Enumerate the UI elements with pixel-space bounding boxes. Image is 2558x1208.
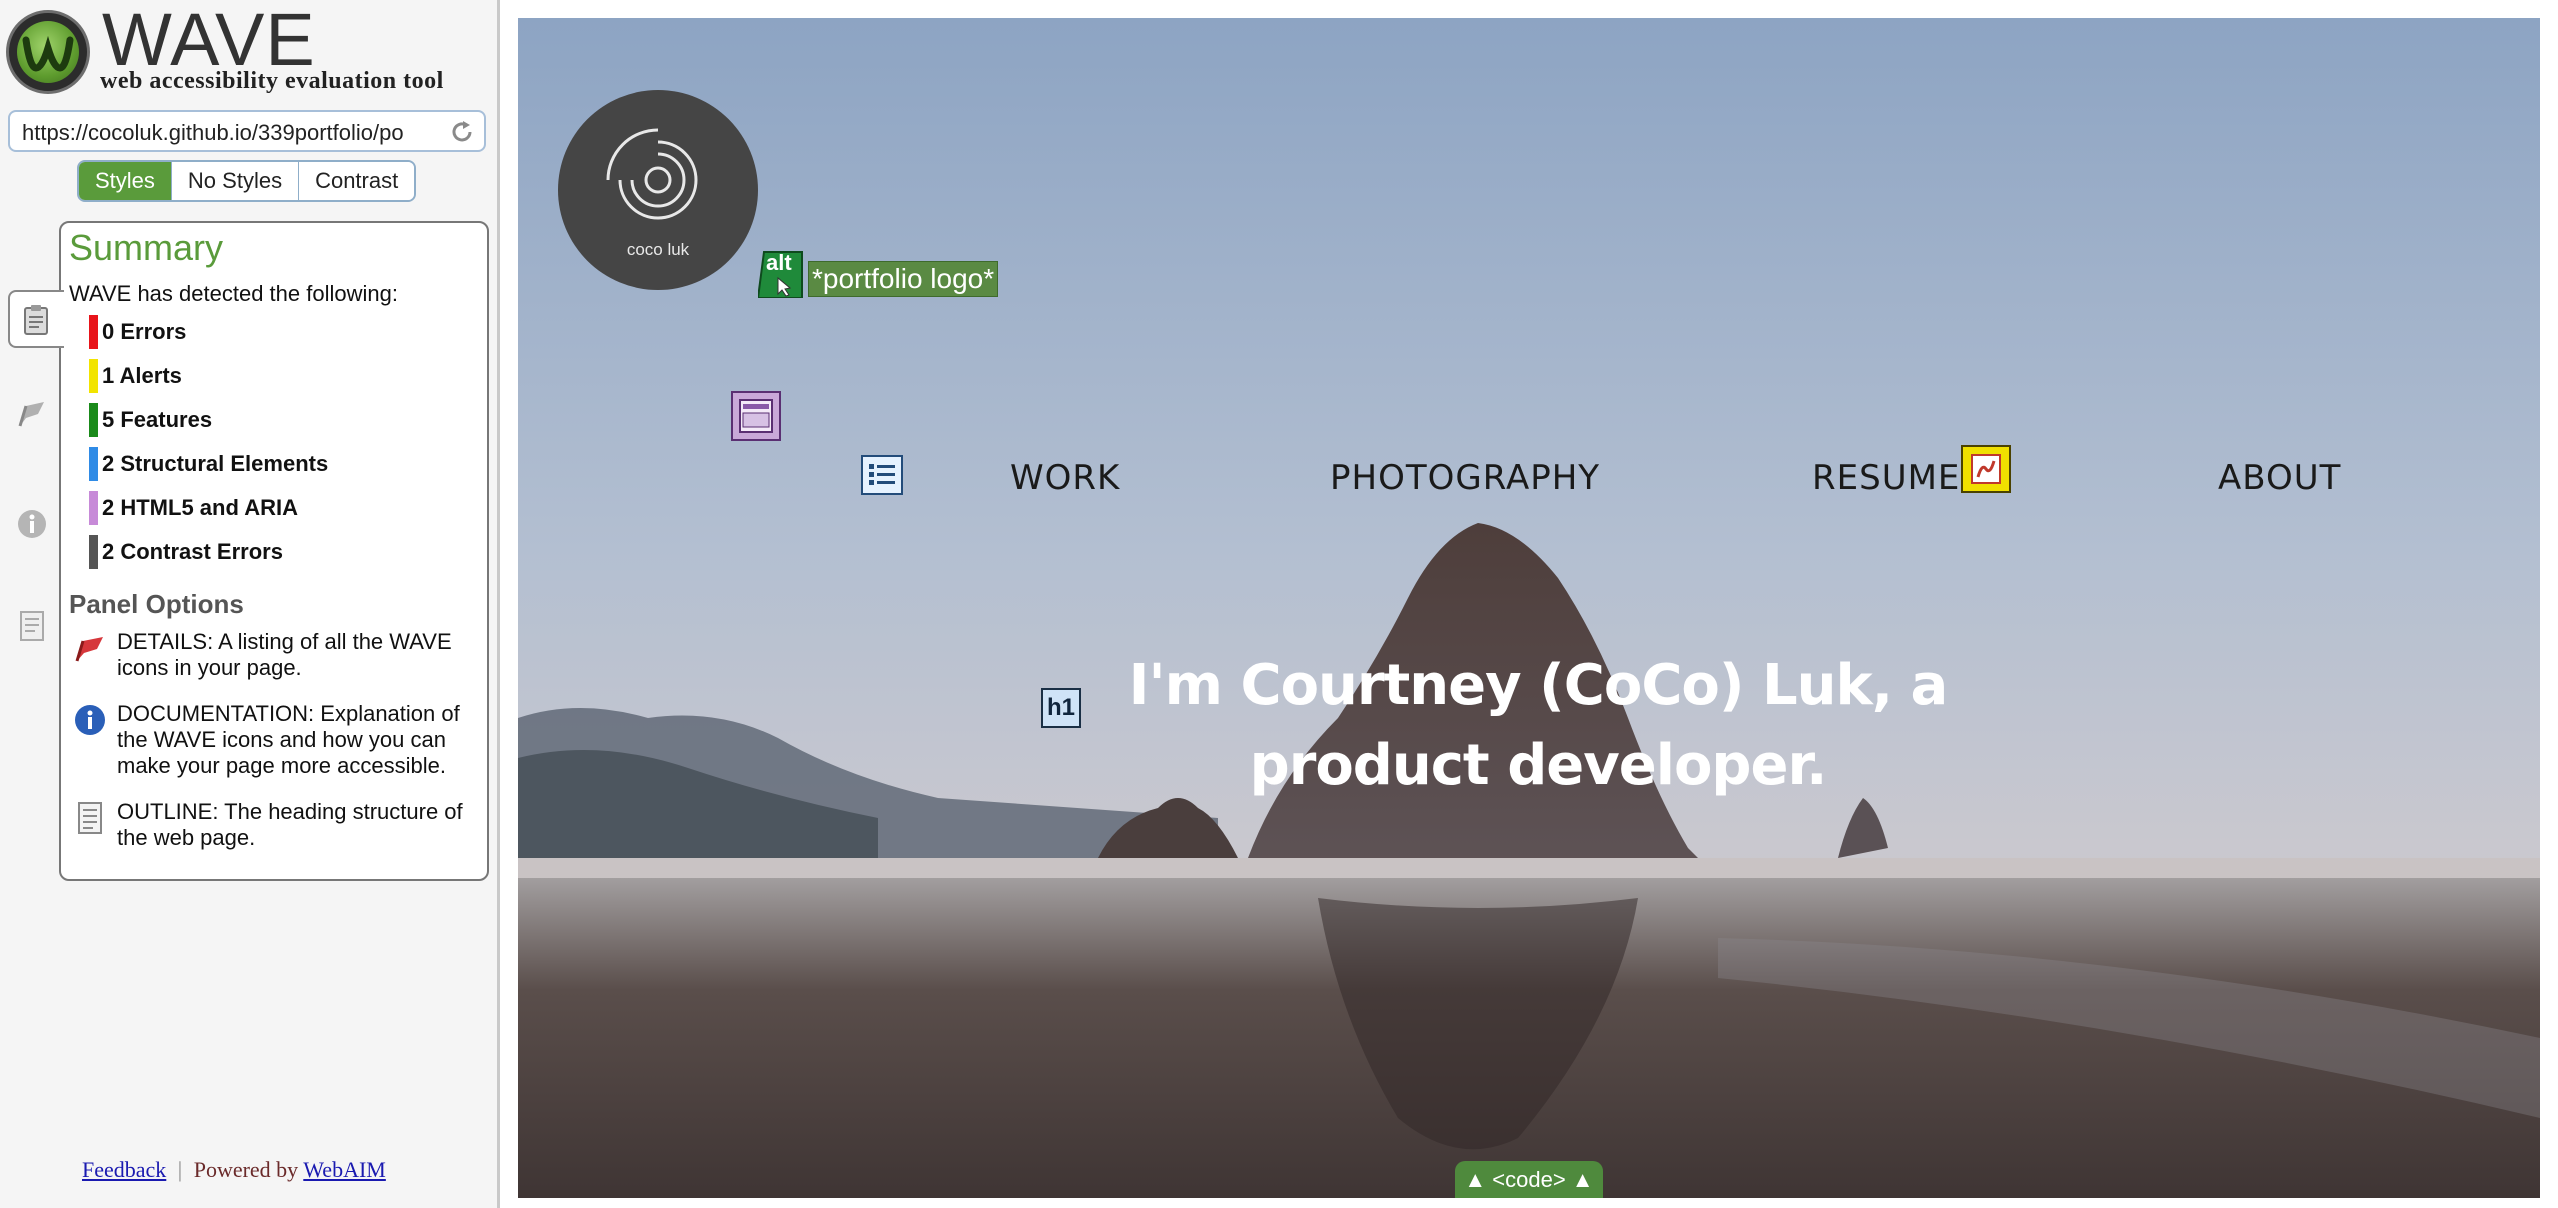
- stat-structural[interactable]: 2 Structural Elements: [89, 447, 328, 481]
- stat-label: 0 Errors: [102, 319, 187, 344]
- errors-bar: [89, 315, 98, 349]
- stat-alerts[interactable]: 1 Alerts: [89, 359, 182, 393]
- summary-title: Summary: [69, 227, 224, 268]
- info-icon: [75, 705, 105, 735]
- contrast-bar: [89, 535, 98, 569]
- option-outline-text: OUTLINE: The heading structure of the we…: [117, 799, 463, 850]
- navigation-badge-icon[interactable]: [731, 391, 781, 441]
- code-toggle-button[interactable]: ▲ <code> ▲: [1455, 1161, 1603, 1198]
- stat-errors[interactable]: 0 Errors: [89, 315, 186, 349]
- wave-w-icon: [22, 35, 74, 72]
- clipboard-icon: [24, 305, 48, 335]
- details-flag-icon[interactable]: [16, 398, 48, 430]
- option-documentation-text: DOCUMENTATION: Explanation of the WAVE i…: [117, 701, 460, 778]
- list-badge-icon[interactable]: [861, 455, 903, 495]
- stat-label: 2 Contrast Errors: [102, 539, 283, 564]
- url-text[interactable]: https://cocoluk.github.io/339portfolio/p…: [22, 120, 452, 146]
- tab-no-styles[interactable]: No Styles: [171, 162, 300, 200]
- nav-about[interactable]: ABOUT: [2218, 458, 2341, 498]
- html5-aria-bar: [89, 491, 98, 525]
- stat-contrast[interactable]: 2 Contrast Errors: [89, 535, 283, 569]
- footer-separator: |: [177, 1157, 183, 1182]
- outline-icon: [78, 802, 102, 834]
- summary-intro: WAVE has detected the following:: [69, 281, 398, 306]
- alerts-bar: [89, 359, 98, 393]
- feedback-link[interactable]: Feedback: [82, 1157, 166, 1182]
- webaim-link[interactable]: WebAIM: [303, 1157, 386, 1182]
- stat-features[interactable]: 5 Features: [89, 403, 212, 437]
- view-tabs: Styles No Styles Contrast: [77, 160, 417, 202]
- summary-panel: Summary WAVE has detected the following:…: [59, 221, 489, 881]
- stat-html5-aria[interactable]: 2 HTML5 and ARIA: [89, 491, 298, 525]
- nav-resume[interactable]: RESUME: [1812, 458, 1960, 498]
- stat-label: 2 Structural Elements: [102, 451, 329, 476]
- list-badge-shape: [869, 464, 895, 485]
- tab-styles[interactable]: Styles: [79, 162, 172, 200]
- nav-badge-shape: [739, 399, 773, 433]
- stat-label: 1 Alerts: [102, 363, 182, 388]
- option-details-text: DETAILS: A listing of all the WAVE icons…: [117, 629, 452, 680]
- option-outline[interactable]: OUTLINE: The heading structure of the we…: [73, 799, 481, 851]
- refresh-icon[interactable]: [448, 118, 476, 146]
- alt-text-value: *portfolio logo*: [808, 261, 999, 297]
- option-details[interactable]: DETAILS: A listing of all the WAVE icons…: [73, 629, 481, 681]
- nav-photography[interactable]: PHOTOGRAPHY: [1330, 458, 1600, 498]
- panel-options-title: Panel Options: [69, 589, 244, 619]
- outline-icon[interactable]: [16, 610, 48, 642]
- spiral-logo-icon: [606, 128, 698, 220]
- portfolio-logo[interactable]: coco luk: [558, 90, 758, 290]
- documentation-info-icon[interactable]: [16, 508, 48, 540]
- tab-contrast[interactable]: Contrast: [299, 162, 415, 200]
- logo-text: coco luk: [626, 240, 690, 259]
- option-documentation[interactable]: DOCUMENTATION: Explanation of the WAVE i…: [73, 701, 481, 779]
- powered-by-text: Powered by: [193, 1157, 299, 1182]
- hero-background-image: [518, 18, 2540, 1198]
- alt-text-badge-icon[interactable]: alt: [758, 250, 804, 298]
- features-bar: [89, 403, 98, 437]
- stat-label: 5 Features: [102, 407, 213, 432]
- url-input[interactable]: https://cocoluk.github.io/339portfolio/p…: [8, 110, 486, 152]
- pdf-badge-shape: [1971, 454, 2001, 484]
- wave-sidebar: WAVE web accessibility evaluation tool h…: [0, 0, 500, 1208]
- tab-summary[interactable]: [8, 290, 64, 348]
- nav-work[interactable]: WORK: [1010, 458, 1120, 498]
- footer-links: Feedback | Powered by WebAIM: [82, 1157, 386, 1183]
- wave-title: WAVE: [102, 0, 316, 81]
- alt-badge-label: alt: [766, 250, 792, 275]
- page-preview: coco luk alt *portfolio logo* WORK PHOTO…: [518, 18, 2540, 1198]
- structural-bar: [89, 447, 98, 481]
- wave-subtitle: web accessibility evaluation tool: [100, 68, 444, 94]
- hero-heading: I'm Courtney (CoCo) Luk, a product devel…: [1128, 653, 1949, 798]
- flag-icon: [75, 637, 103, 662]
- pdf-alert-icon[interactable]: [1961, 445, 2011, 493]
- stat-label: 2 HTML5 and ARIA: [102, 495, 298, 520]
